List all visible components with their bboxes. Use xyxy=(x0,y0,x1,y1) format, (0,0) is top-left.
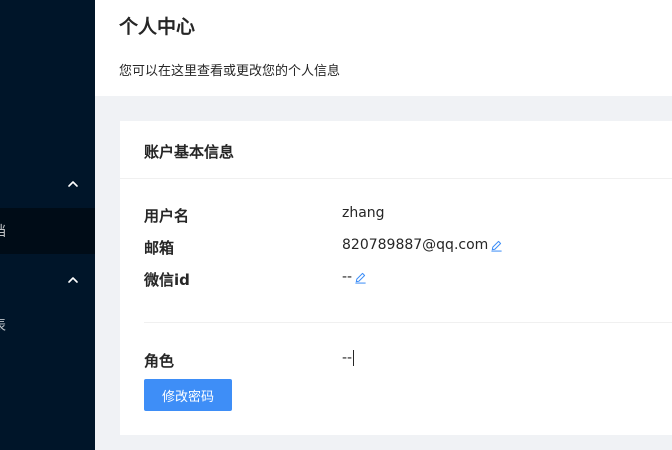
sidebar-subitem-label: 档 xyxy=(0,221,6,241)
card-header: 账户基本信息 xyxy=(120,121,672,179)
role-text: -- xyxy=(342,350,353,366)
page-header: 个人中心 您可以在这里查看或更改您的个人信息 xyxy=(95,0,672,96)
sidebar-subitem-2[interactable]: 表 xyxy=(0,302,95,348)
account-info-card: 账户基本信息 用户名 zhang 邮箱 820789887@qq.com 微信i… xyxy=(120,121,672,435)
edit-wechat-icon[interactable] xyxy=(354,271,367,284)
username-text: zhang xyxy=(342,205,385,221)
chevron-up-icon xyxy=(68,181,78,187)
username-label: 用户名 xyxy=(144,207,190,225)
page-title: 个人中心 xyxy=(119,16,196,38)
sidebar-group-1[interactable] xyxy=(0,160,95,208)
wechat-label: 微信id xyxy=(144,271,190,289)
wechat-value: -- xyxy=(342,269,367,285)
email-label: 邮箱 xyxy=(144,239,175,257)
email-value: 820789887@qq.com xyxy=(342,237,503,253)
chevron-up-icon xyxy=(68,277,78,283)
role-label: 角色 xyxy=(144,352,175,370)
sidebar-subitem-label: 表 xyxy=(0,315,6,335)
sidebar-group-2[interactable] xyxy=(0,256,95,304)
text-cursor xyxy=(353,350,355,366)
card-title: 账户基本信息 xyxy=(144,143,235,161)
change-password-button[interactable]: 修改密码 xyxy=(144,379,232,411)
section-divider xyxy=(144,322,672,323)
page-description: 您可以在这里查看或更改您的个人信息 xyxy=(119,64,341,79)
email-text: 820789887@qq.com xyxy=(342,237,489,253)
sidebar: 档 表 xyxy=(0,0,95,450)
sidebar-submenu-1: 档 xyxy=(0,208,95,254)
wechat-text: -- xyxy=(342,269,353,285)
edit-email-icon[interactable] xyxy=(490,239,503,252)
role-value: -- xyxy=(342,350,355,366)
sidebar-subitem-1[interactable]: 档 xyxy=(0,208,95,254)
username-value: zhang xyxy=(342,205,385,221)
